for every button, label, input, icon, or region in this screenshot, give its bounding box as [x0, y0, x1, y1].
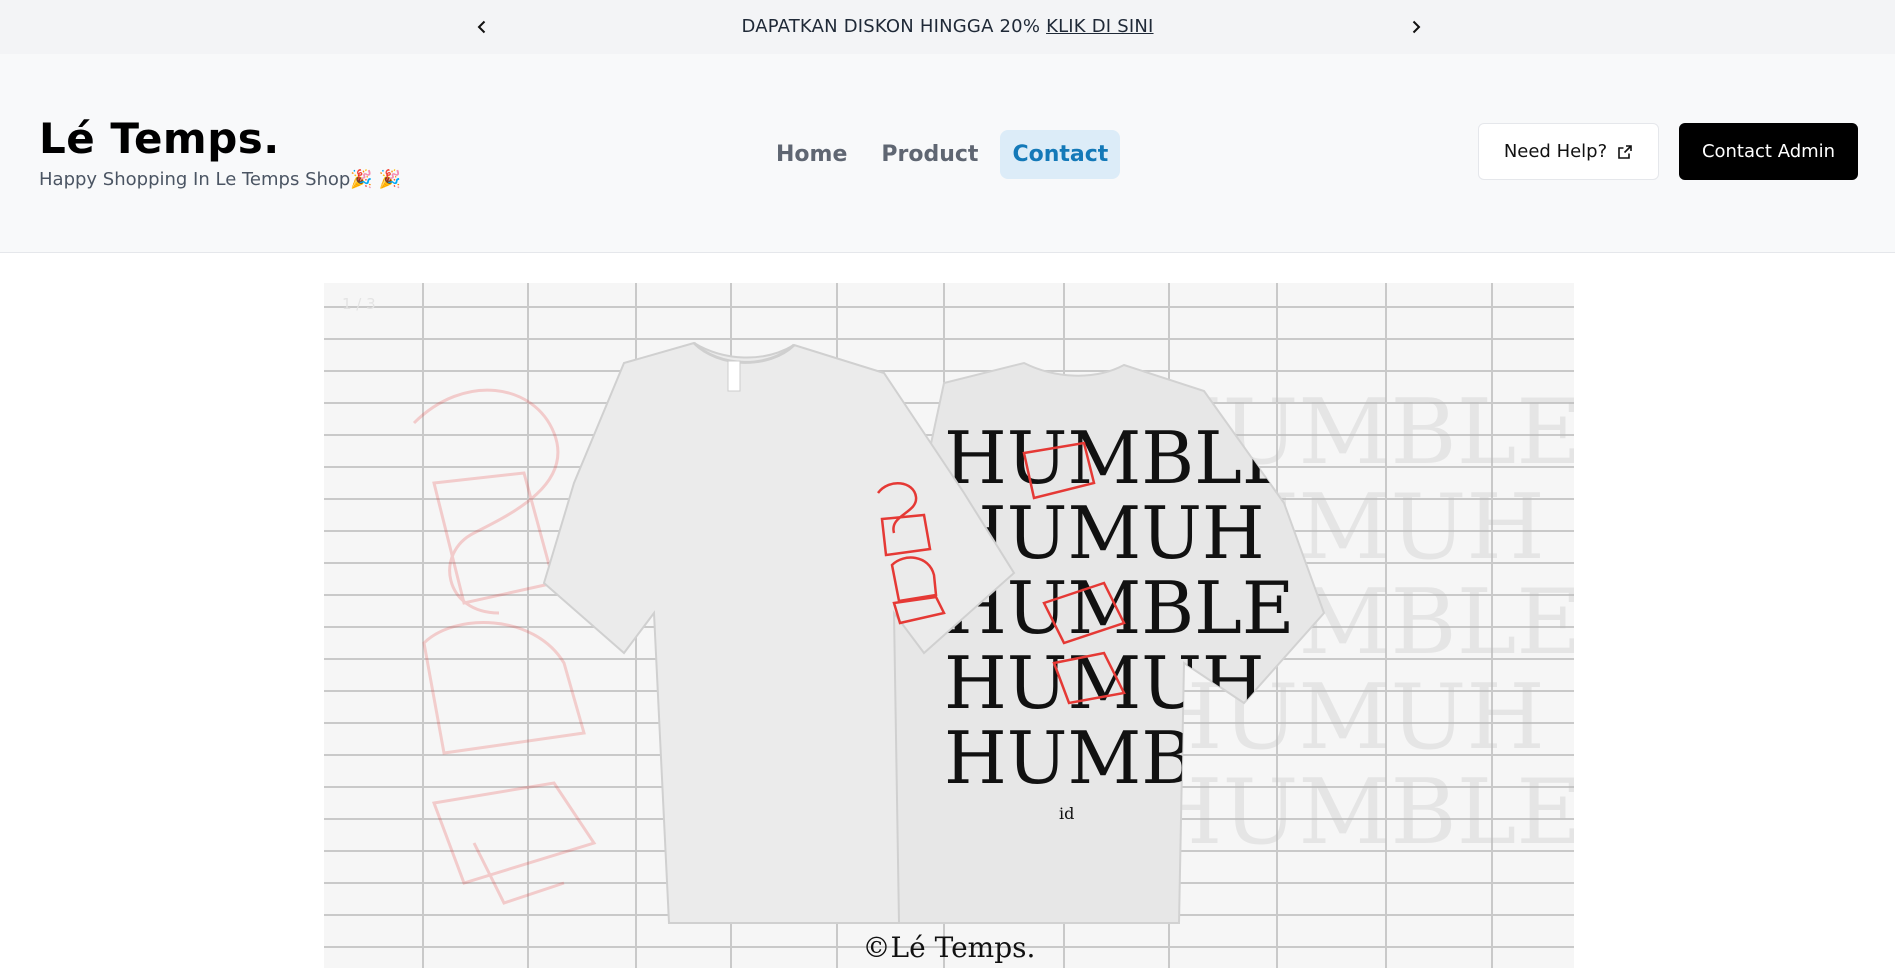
- main-nav: Home Product Contact: [764, 130, 1121, 179]
- faint-print-line-5: HUMBLE: [1144, 760, 1574, 865]
- announcement-link[interactable]: KLIK DI SINI: [1046, 16, 1153, 37]
- nav-product[interactable]: Product: [869, 130, 990, 179]
- chevron-right-icon[interactable]: [1403, 14, 1429, 40]
- need-help-label: Need Help?: [1503, 141, 1608, 162]
- nav-contact[interactable]: Contact: [1000, 130, 1121, 179]
- slide-counter: 1 / 3: [342, 295, 376, 313]
- brand-tagline: Happy Shopping In Le Temps Shop🎉 🎉: [39, 169, 401, 190]
- contact-admin-label: Contact Admin: [1701, 141, 1836, 162]
- need-help-button[interactable]: Need Help?: [1478, 123, 1659, 180]
- site-header: Lé Temps. Happy Shopping In Le Temps Sho…: [0, 54, 1895, 253]
- nav-home[interactable]: Home: [764, 130, 859, 179]
- faint-print-line-4: HUMUH: [1144, 665, 1545, 770]
- announcement-message: DAPATKAN DISKON HINGGA 20%: [741, 16, 1041, 37]
- hero-product-image: HUMBLE HUMUH HUMBLE HUMUH HUMBLE HUMBLE …: [324, 283, 1574, 968]
- brand-logo[interactable]: Lé Temps.: [39, 114, 280, 163]
- announcement-bar: DAPATKAN DISKON HINGGA 20% KLIK DI SINI: [0, 0, 1895, 54]
- contact-admin-button[interactable]: Contact Admin: [1679, 123, 1858, 180]
- external-link-icon: [1618, 144, 1632, 159]
- announcement-text: DAPATKAN DISKON HINGGA 20% KLIK DI SINI: [0, 16, 1895, 37]
- hero-carousel[interactable]: HUMBLE HUMUH HUMBLE HUMUH HUMBLE HUMBLE …: [324, 283, 1574, 968]
- back-caption: id: [1059, 804, 1074, 823]
- hero-copyright: ©Lé Temps.: [862, 931, 1036, 964]
